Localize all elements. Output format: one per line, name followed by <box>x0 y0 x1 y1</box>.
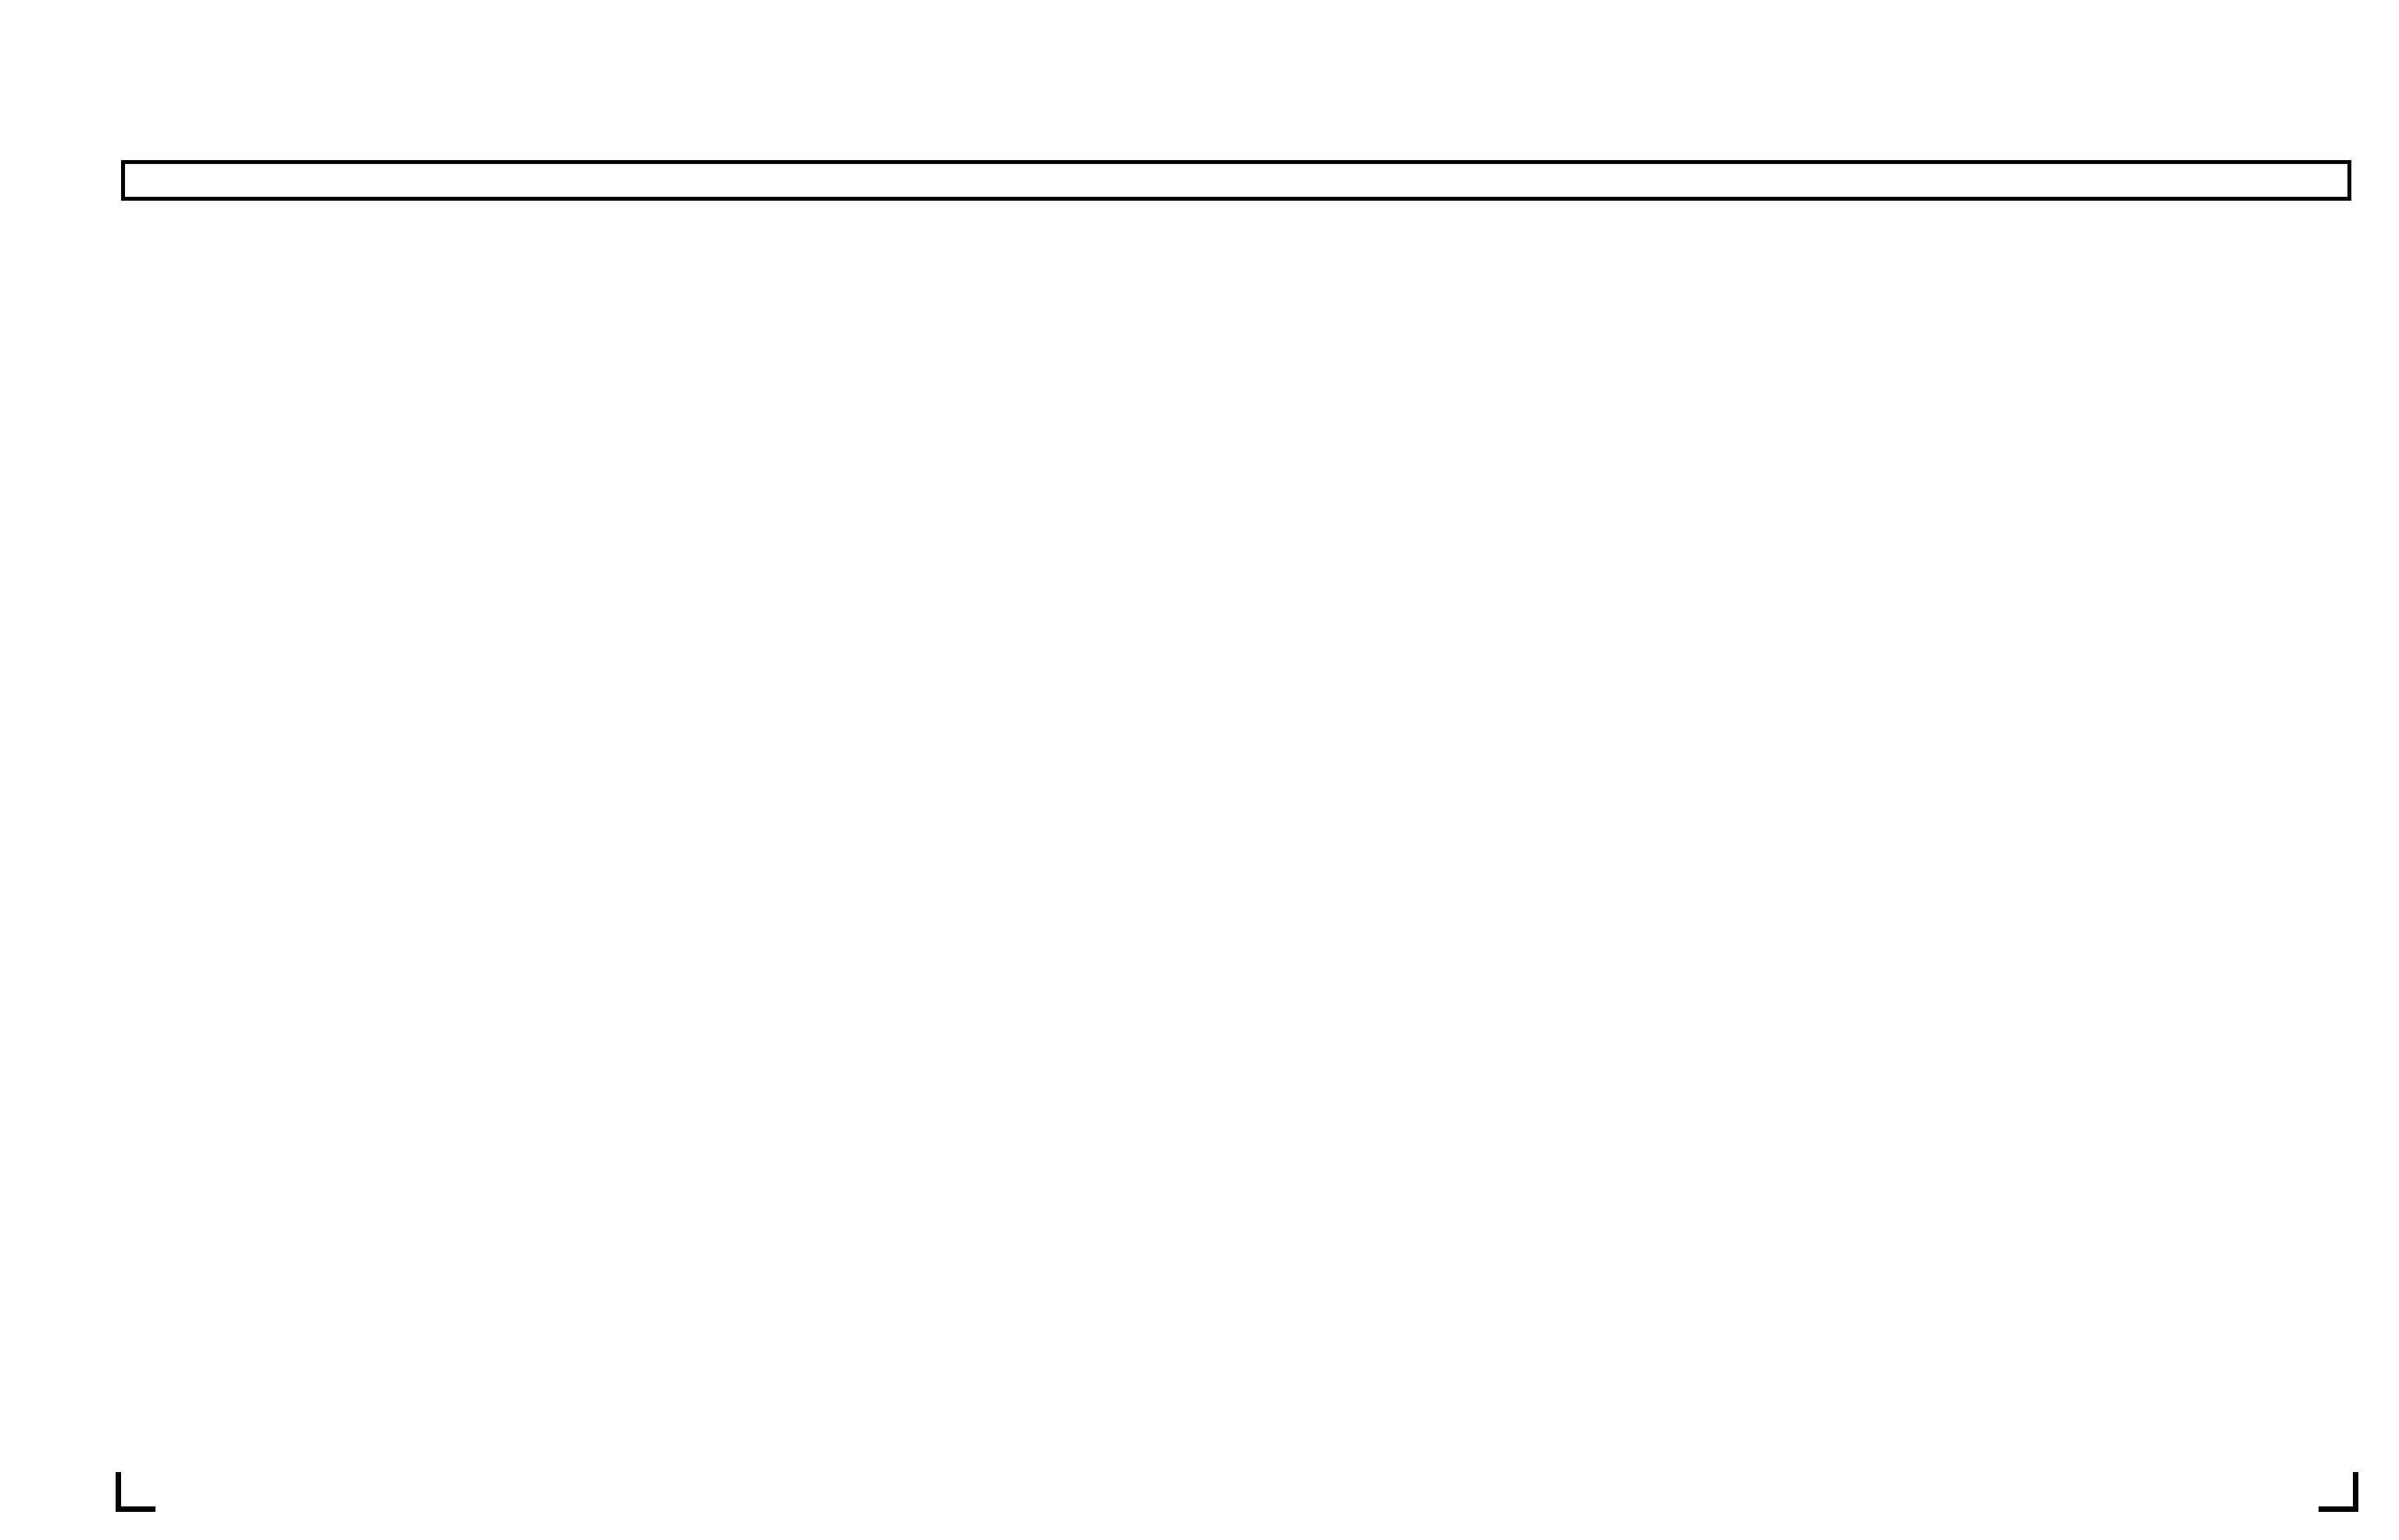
scanned-document-page <box>0 0 2399 1540</box>
registration-mark-bottom-right <box>2319 1472 2358 1512</box>
table-column-header-row <box>121 160 2351 201</box>
registration-mark-bottom-left <box>116 1472 155 1512</box>
